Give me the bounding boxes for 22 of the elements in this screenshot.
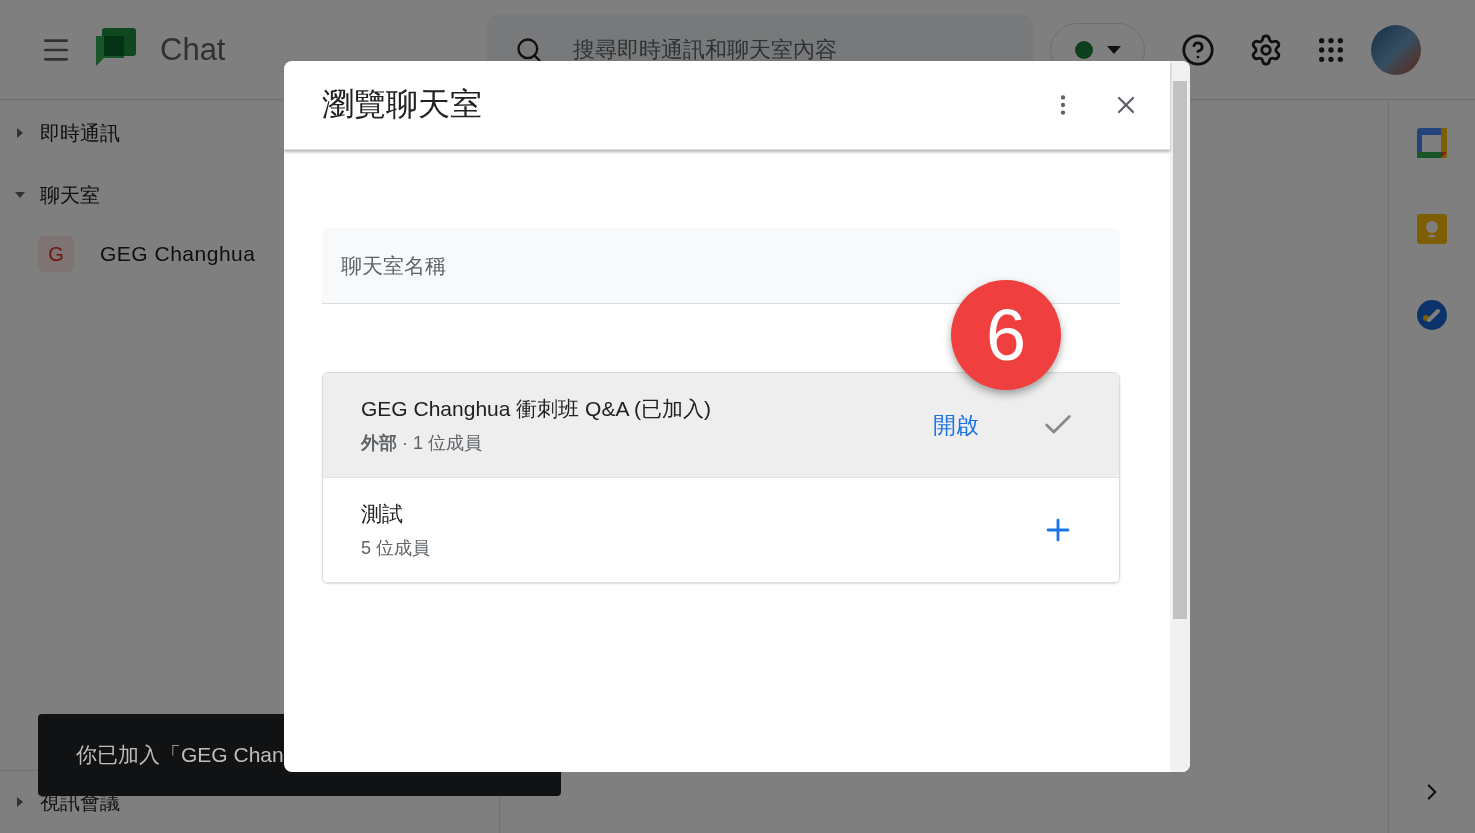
- section-label[interactable]: 即時通訊: [40, 119, 120, 147]
- room-members: 5 位成員: [361, 537, 431, 560]
- room-name[interactable]: GEG Changhua: [100, 242, 256, 266]
- caret-icon: [1107, 45, 1121, 54]
- room-avatar: G: [38, 236, 74, 272]
- search-icon: [515, 35, 544, 64]
- section-label[interactable]: 聊天室: [40, 181, 100, 209]
- room-title: GEG Changhua 衝刺班 Q&A (已加入): [361, 396, 713, 422]
- scrollbar[interactable]: [1170, 61, 1190, 772]
- dialog-title: 瀏覽聊天室: [322, 85, 483, 124]
- room-row[interactable]: 測試 5 位成員: [323, 477, 1119, 582]
- tasks-icon[interactable]: [1417, 300, 1447, 330]
- room-members: 外部 · 1 位成員: [361, 432, 483, 455]
- calendar-icon[interactable]: [1417, 128, 1447, 158]
- help-icon[interactable]: [1181, 32, 1216, 67]
- app-title: Chat: [160, 31, 226, 68]
- room-name-field[interactable]: 聊天室名稱: [322, 228, 1120, 304]
- room-title: 測試: [361, 501, 404, 527]
- search-input[interactable]: 搜尋即時通訊和聊天室內容: [571, 35, 996, 64]
- open-link[interactable]: 開啟: [933, 409, 979, 441]
- snackbar-message: 你已加入「GEG Chan: [76, 742, 284, 768]
- room-row[interactable]: GEG Changhua 衝刺班 Q&A (已加入) 外部 · 1 位成員 開啟: [323, 373, 1119, 477]
